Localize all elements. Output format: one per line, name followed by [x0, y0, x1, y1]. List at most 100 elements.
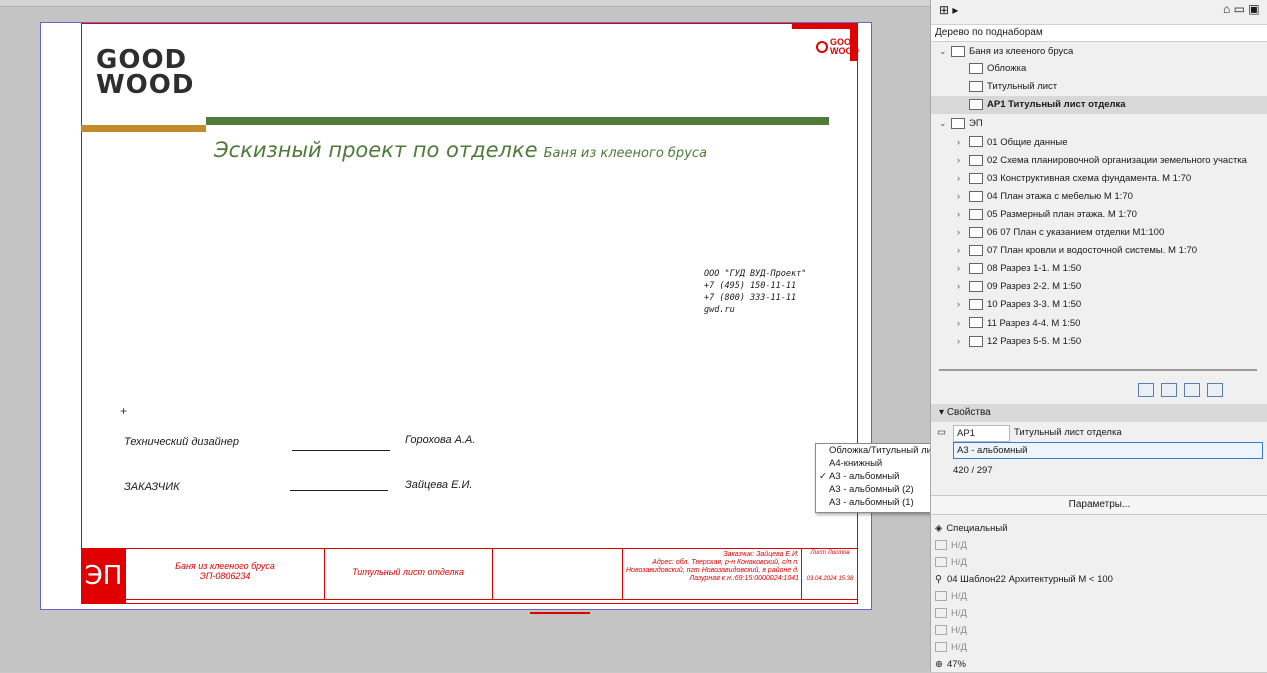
- tree-item-label: 06 07 План с указанием отделки М1:100: [987, 227, 1165, 238]
- logo-ring-icon: [816, 41, 828, 53]
- tree-item[interactable]: › 08 Разрез 1-1. М 1:50: [931, 259, 1267, 277]
- navigator-menu-icon[interactable]: ⊞ ▸: [939, 3, 958, 17]
- titleblock-sheet-name: Титульный лист отделка: [352, 567, 464, 577]
- tree-item[interactable]: › 01 Общие данные: [931, 133, 1267, 151]
- template-row[interactable]: ⚲ 04 Шаблон22 Архитектурный М < 100: [935, 571, 1113, 588]
- tree-item[interactable]: › 11 Разрез 4-4. М 1:50: [931, 314, 1267, 332]
- clone-icon[interactable]: [1207, 383, 1223, 397]
- tree-scrollbar[interactable]: [939, 369, 1257, 371]
- titleblock-meta-cell: Лист Листов 03.04.2024 15:38: [802, 549, 858, 599]
- ruler-bar: [0, 0, 930, 7]
- tree-item-label: 08 Разрез 1-1. М 1:50: [987, 263, 1082, 275]
- tree-item[interactable]: › 12 Разрез 5-5. М 1:50: [931, 332, 1267, 350]
- tree-item-label: 01 Общие данные: [987, 136, 1068, 148]
- na-value: Н/Д: [951, 625, 967, 636]
- na-row: Н/Д: [935, 622, 967, 639]
- zoom-row[interactable]: ⊕ 47%: [935, 656, 966, 673]
- tree-item[interactable]: Титульный лист: [931, 78, 1267, 96]
- layout-icon: [969, 208, 983, 220]
- layout-icon: [969, 136, 983, 148]
- chevron-right-icon[interactable]: ›: [957, 332, 969, 350]
- sheet-size: 420 / 297: [953, 465, 993, 476]
- chevron-right-icon[interactable]: ›: [957, 187, 969, 205]
- titleblock-project-cell: Баня из клееного бруса ЭП-0806234: [126, 549, 325, 599]
- view-mode-icon[interactable]: ⌂ ▭ ▣: [1223, 2, 1260, 16]
- new-folder-icon[interactable]: [1184, 383, 1200, 397]
- layout-icon: [969, 154, 983, 166]
- title-subtitle: Баня из клееного бруса: [543, 146, 707, 161]
- tree-item[interactable]: › 09 Разрез 2-2. М 1:50: [931, 277, 1267, 295]
- title-block[interactable]: Баня из клееного бруса ЭП-0806234 Титуль…: [126, 548, 858, 600]
- chevron-right-icon[interactable]: ›: [957, 241, 969, 259]
- chevron-right-icon[interactable]: ›: [957, 223, 969, 241]
- chevron-right-icon[interactable]: ›: [957, 277, 969, 295]
- tree-item-label: 07 План кровли и водосточной системы. М …: [987, 245, 1198, 257]
- titleblock-sheets-label: Листов: [827, 550, 850, 556]
- drawing-canvas[interactable]: GOOD WOOD GOOD WOOD Эскизный проект по от…: [0, 0, 930, 672]
- chevron-right-icon[interactable]: ›: [957, 295, 969, 313]
- tree-item[interactable]: › 03 Конструктивная схема фундамента. М 1…: [931, 169, 1267, 187]
- chevron-right-icon[interactable]: ›: [957, 133, 969, 151]
- tree-item[interactable]: › 04 План этажа с мебелью М 1:70: [931, 187, 1267, 205]
- parameters-button[interactable]: Параметры...: [931, 495, 1267, 515]
- signature-name[interactable]: Зайцева Е.И.: [405, 479, 472, 491]
- tree-item[interactable]: АР1 Титульный лист отделка: [931, 96, 1267, 115]
- green-stripe: [206, 117, 829, 125]
- tree-item[interactable]: › 02 Схема планировочной организации земе…: [931, 151, 1267, 169]
- corner-logo-bottom: WOOD: [830, 46, 859, 56]
- na-value: Н/Д: [951, 557, 967, 568]
- zoom-icon: ⊕: [935, 659, 943, 670]
- layout-name-field[interactable]: Титульный лист отделка: [1011, 425, 1259, 440]
- company-block[interactable]: ООО "ГУД ВУД-Проект" +7 (495) 150-11-11 …: [704, 268, 806, 316]
- tree-view-select[interactable]: Дерево по поднаборам: [931, 24, 1267, 42]
- titleblock-sheet-cell: Титульный лист отделка: [324, 549, 493, 599]
- na-row: Н/Д: [935, 588, 967, 605]
- chevron-down-icon[interactable]: ⌄: [939, 114, 951, 132]
- signature-line: [290, 490, 388, 491]
- dropdown-option-label: А3 - альбомный (1): [829, 497, 914, 508]
- prop-row-format: A3 - альбомный: [931, 441, 1267, 459]
- tree-item-label: 04 План этажа с мебелью М 1:70: [987, 190, 1133, 202]
- special-icon: ◈: [935, 523, 943, 534]
- tree-item[interactable]: ⌄ Баня из клееного бруса: [931, 42, 1267, 60]
- signature-role: ЗАКАЗЧИК: [124, 481, 180, 493]
- format-select[interactable]: A3 - альбомный: [953, 442, 1263, 459]
- layout-icon: [969, 317, 983, 329]
- tree-item[interactable]: › 05 Размерный план этажа. М 1:70: [931, 205, 1267, 223]
- tree-item-label: Титульный лист: [987, 81, 1058, 93]
- tree-item[interactable]: Обложка: [931, 60, 1267, 78]
- layout-icon: [969, 263, 983, 275]
- titleblock-project: Баня из клееного бруса: [175, 561, 275, 571]
- tree-item-label: Баня из клееного бруса: [969, 46, 1074, 57]
- chevron-right-icon[interactable]: ›: [957, 259, 969, 277]
- company-phone-2: +7 (800) 333-11-11: [704, 293, 797, 303]
- tree-item[interactable]: › 07 План кровли и водосточной системы. М…: [931, 241, 1267, 259]
- new-subset-icon[interactable]: [1161, 383, 1177, 397]
- tree-item-label: Обложка: [987, 63, 1027, 75]
- tree-item[interactable]: ⌄ ЭП: [931, 114, 1267, 132]
- dropdown-option-label: А3 - альбомный (2): [829, 484, 914, 495]
- layout-icon: [951, 118, 965, 130]
- tree-item-label: 02 Схема планировочной организации земел…: [987, 154, 1247, 166]
- layout-icon: [969, 281, 983, 293]
- new-layout-icon[interactable]: [1138, 383, 1154, 397]
- layout-id-field[interactable]: АР1: [953, 425, 1010, 442]
- scale-icon: [935, 642, 947, 653]
- prop-row-id: ▭ АР1 Титульный лист отделка: [931, 424, 1267, 442]
- signature-line: [292, 450, 390, 451]
- signature-name[interactable]: Горохова А.А.: [405, 434, 475, 446]
- na-row: Н/Д: [935, 554, 967, 571]
- chevron-right-icon[interactable]: ›: [957, 314, 969, 332]
- chevron-right-icon[interactable]: ›: [957, 169, 969, 187]
- layout-icon: [969, 172, 983, 184]
- properties-header[interactable]: ▾ Свойства: [931, 404, 1267, 422]
- chevron-right-icon[interactable]: ›: [957, 151, 969, 169]
- tree-item[interactable]: › 10 Разрез 3-3. М 1:50: [931, 295, 1267, 313]
- navigator-panel: ⊞ ▸ ⌂ ▭ ▣ Дерево по поднаборам ⌄ Баня из …: [930, 0, 1267, 672]
- chevron-right-icon[interactable]: ›: [957, 205, 969, 223]
- tree-item-label: 10 Разрез 3-3. М 1:50: [987, 299, 1082, 311]
- keyboard-icon: [935, 540, 947, 551]
- tree-item[interactable]: › 06 07 План с указанием отделки М1:100: [931, 223, 1267, 241]
- sheet-title[interactable]: Эскизный проект по отделке Баня из клеено…: [214, 138, 707, 162]
- chevron-down-icon[interactable]: ⌄: [939, 42, 951, 60]
